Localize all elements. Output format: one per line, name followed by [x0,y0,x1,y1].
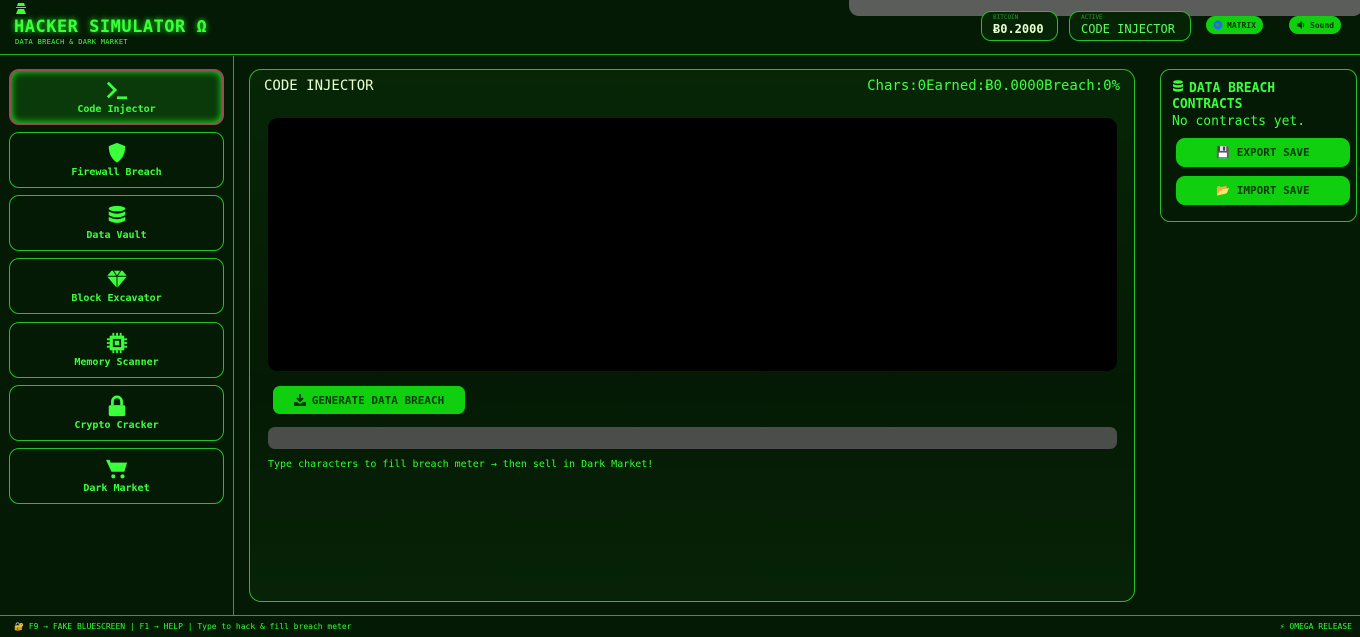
sidebar-item-label: Code Injector [77,104,156,115]
bitcoin-value: Ƀ0.2000 [993,22,1044,36]
active-module: ACTIVE CODE INJECTOR [1069,11,1191,41]
code-output-area[interactable] [268,118,1117,371]
sidebar-item-code-injector[interactable]: Code Injector [9,69,224,125]
lock-icon [108,395,125,417]
sidebar-item-dark-market[interactable]: Dark Market [9,448,224,504]
cart-icon [105,459,127,479]
sidebar-item-label: Crypto Cracker [74,420,159,431]
download-icon [293,394,306,406]
bitcoin-label: BITCOIN [993,14,1019,21]
terminal-icon [106,81,127,100]
contracts-header: DATA BREACH CONTRACTS No contracts yet. [1172,80,1352,129]
sidebar-item-block-excavator[interactable]: Block Excavator [9,258,224,314]
export-save-button[interactable]: 💾 EXPORT SAVE [1176,138,1350,167]
import-save-button[interactable]: 📂 IMPORT SAVE [1176,176,1350,205]
sidebar-item-firewall-breach[interactable]: Firewall Breach [9,132,224,188]
sidebar-item-memory-scanner[interactable]: Memory Scanner [9,322,224,378]
chars-count: Chars:0 [867,78,927,94]
speaker-icon [1297,21,1305,29]
code-injector-panel: CODE INJECTOR Chars:0 Earned:Ƀ0.0000 Bre… [249,69,1135,602]
sidebar-item-label: Data Vault [86,230,147,241]
sidebar-item-data-vault[interactable]: Data Vault [9,195,224,251]
app-subtitle: DATA BREACH & DARK MARKET [15,38,128,46]
contracts-empty-text: No contracts yet. [1172,114,1306,129]
chip-icon [106,332,127,354]
sound-label: Sound [1310,20,1335,30]
database-icon [1173,80,1183,92]
panel-stats: Chars:0 Earned:Ƀ0.0000 Breach:0% [867,78,1120,94]
hacker-icon [16,3,26,14]
generate-label: GENERATE DATA BREACH [311,393,445,407]
sidebar-item-label: Memory Scanner [74,357,159,368]
footer-shortcuts: 🔐 F9 → FAKE BLUESCREEN | F1 → HELP | Typ… [14,622,352,631]
gem-icon [106,270,127,289]
app-header: HACKER SIMULATOR Ω DATA BREACH & DARK MA… [0,0,1360,55]
footer-release: ⚡ OMEGA RELEASE [1279,622,1352,631]
bitcoin-balance: BITCOIN Ƀ0.2000 [981,11,1058,41]
matrix-toggle-button[interactable]: MATRIX [1206,16,1263,34]
sound-toggle-button[interactable]: Sound [1289,16,1342,34]
sidebar: Code Injector Firewall Breach Data Vault… [0,56,234,615]
sidebar-item-label: Dark Market [83,483,150,494]
breach-meter [268,427,1117,449]
app-title: HACKER SIMULATOR Ω [14,17,208,37]
active-value: CODE INJECTOR [1081,22,1175,36]
globe-icon [1213,20,1223,30]
sidebar-item-label: Firewall Breach [71,167,162,178]
contracts-panel: DATA BREACH CONTRACTS No contracts yet. … [1160,69,1357,222]
import-save-label: 📂 IMPORT SAVE [1216,184,1310,197]
active-label: ACTIVE [1081,14,1103,21]
sidebar-item-crypto-cracker[interactable]: Crypto Cracker [9,385,224,441]
breach-percent: Breach:0% [1044,78,1120,94]
matrix-label: MATRIX [1227,20,1256,30]
contracts-title: DATA BREACH CONTRACTS [1172,80,1352,113]
database-icon [108,205,125,223]
contracts-title-text: DATA BREACH CONTRACTS [1172,81,1276,112]
earned-amount: Earned:Ƀ0.0000 [926,78,1045,94]
hint-text: Type characters to fill breach meter → t… [268,459,654,470]
generate-data-breach-button[interactable]: GENERATE DATA BREACH [273,386,465,414]
sidebar-item-label: Block Excavator [71,293,162,304]
status-footer: 🔐 F9 → FAKE BLUESCREEN | F1 → HELP | Typ… [0,615,1360,637]
panel-title: CODE INJECTOR [264,78,374,94]
shield-icon [108,142,125,163]
export-save-label: 💾 EXPORT SAVE [1216,146,1310,159]
